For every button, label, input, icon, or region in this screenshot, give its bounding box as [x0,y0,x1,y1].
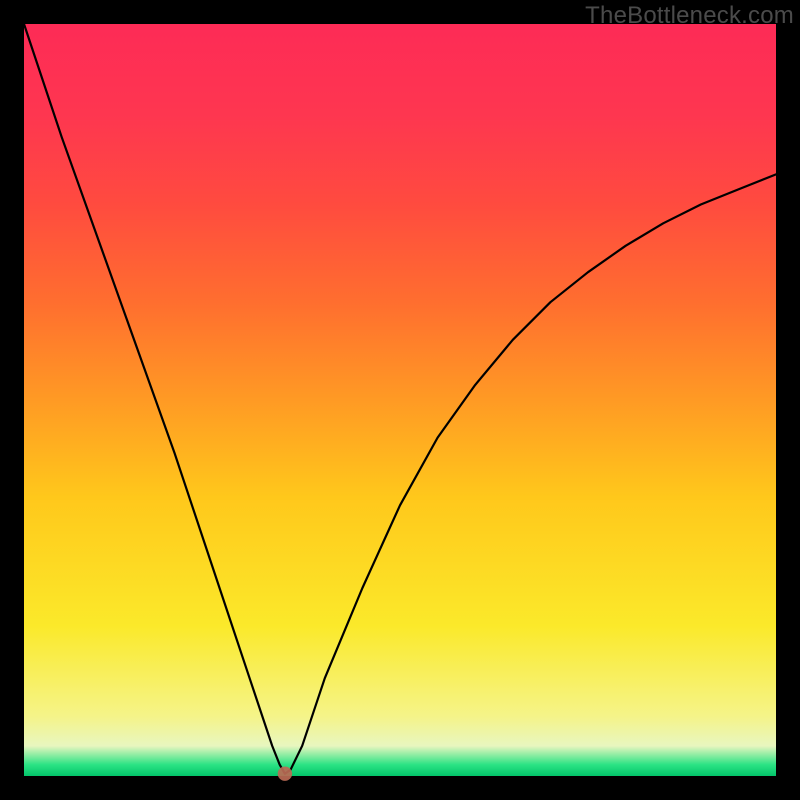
watermark-text: TheBottleneck.com [585,2,794,30]
min-marker-dot [278,767,292,781]
curve-layer [24,24,776,776]
bottleneck-curve [24,24,776,774]
